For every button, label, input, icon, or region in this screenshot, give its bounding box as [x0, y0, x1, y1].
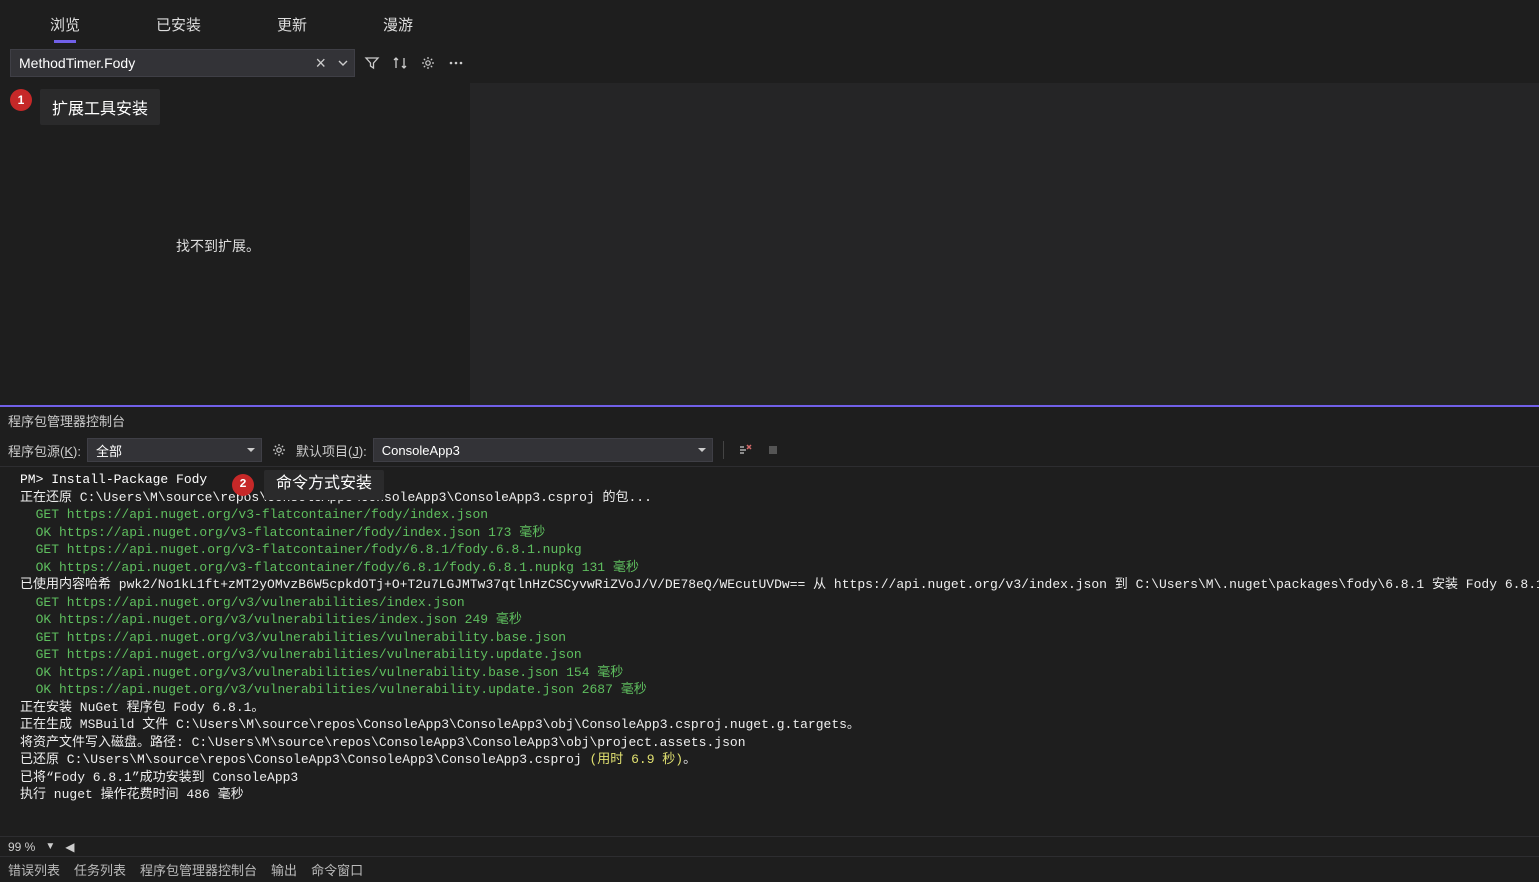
more-icon[interactable]	[445, 52, 467, 74]
tab-installed[interactable]: 已安装	[118, 6, 239, 43]
nuget-tabs: 浏览 已安装 更新 漫游	[0, 0, 1539, 43]
clear-search-button[interactable]: ×	[309, 54, 332, 72]
detail-column	[470, 83, 1539, 405]
pmc-toolbar: 程序包源(K): 全部 默认项目(J): ConsoleApp3	[0, 434, 1539, 467]
console-line: 将资产文件写入磁盘。路径: C:\Users\M\source\repos\Co…	[20, 734, 1535, 752]
toolbar-separator	[723, 441, 724, 459]
console-line: 已将“Fody 6.8.1”成功安装到 ConsoleApp3	[20, 769, 1535, 787]
source-settings-icon[interactable]	[268, 439, 290, 461]
search-dropdown-button[interactable]	[332, 58, 354, 68]
project-label: 默认项目(J):	[296, 441, 367, 460]
annotation-badge-1: 1	[10, 89, 32, 111]
console-line: 正在安装 NuGet 程序包 Fody 6.8.1。	[20, 699, 1535, 717]
zoom-bar: 99 % ▼ ◀	[0, 836, 1539, 856]
console-line: OK https://api.nuget.org/v3-flatcontaine…	[20, 524, 1535, 542]
console-line: GET https://api.nuget.org/v3-flatcontain…	[20, 541, 1535, 559]
console-output[interactable]: 2 命令方式安装 PM> Install-Package Fody正在还原 C:…	[0, 467, 1539, 836]
nuget-manager-panel: 浏览 已安装 更新 漫游 × 1 扩展工具安装 找不到扩展。	[0, 0, 1539, 405]
zoom-level[interactable]: 99 %	[8, 840, 35, 854]
source-select[interactable]: 全部	[87, 438, 262, 462]
search-box: ×	[10, 49, 355, 77]
tab-consolidate[interactable]: 漫游	[345, 6, 451, 43]
tab-browse[interactable]: 浏览	[12, 6, 118, 43]
console-line: GET https://api.nuget.org/v3/vulnerabili…	[20, 629, 1535, 647]
annotation-2-group: 2 命令方式安装	[232, 470, 384, 500]
console-line: OK https://api.nuget.org/v3/vulnerabilit…	[20, 681, 1535, 699]
zoom-dropdown-icon[interactable]: ▼	[45, 841, 55, 852]
no-extension-text: 找不到扩展。	[176, 236, 260, 256]
bottom-tabs: 错误列表任务列表程序包管理器控制台输出命令窗口	[0, 856, 1539, 882]
console-line: OK https://api.nuget.org/v3/vulnerabilit…	[20, 664, 1535, 682]
content-row: 1 扩展工具安装 找不到扩展。	[0, 83, 1539, 405]
console-line: OK https://api.nuget.org/v3-flatcontaine…	[20, 559, 1535, 577]
console-line: OK https://api.nuget.org/v3/vulnerabilit…	[20, 611, 1535, 629]
annotation-badge-2: 2	[232, 474, 254, 496]
console-line: 已使用内容哈希 pwk2/No1kL1ft+zMT2yOMvzB6W5cpkdO…	[20, 576, 1535, 594]
bottom-tab[interactable]: 程序包管理器控制台	[140, 860, 257, 879]
project-select[interactable]: ConsoleApp3	[373, 438, 713, 462]
bottom-tab[interactable]: 错误列表	[8, 860, 60, 879]
pmc-title: 程序包管理器控制台	[0, 407, 1539, 434]
console-line: GET https://api.nuget.org/v3/vulnerabili…	[20, 646, 1535, 664]
scroll-left-icon[interactable]: ◀	[65, 840, 74, 854]
console-line: 正在生成 MSBuild 文件 C:\Users\M\source\repos\…	[20, 716, 1535, 734]
settings-icon[interactable]	[417, 52, 439, 74]
bottom-tab[interactable]: 输出	[271, 860, 297, 879]
annotation-label-1: 扩展工具安装	[40, 89, 160, 125]
stop-icon[interactable]	[762, 439, 784, 461]
bottom-tab[interactable]: 任务列表	[74, 860, 126, 879]
bottom-tab[interactable]: 命令窗口	[311, 860, 363, 879]
tab-updates[interactable]: 更新	[239, 6, 345, 43]
console-line: 执行 nuget 操作花费时间 486 毫秒	[20, 786, 1535, 804]
results-column: 1 扩展工具安装 找不到扩展。	[0, 83, 470, 405]
filter-icon[interactable]	[361, 52, 383, 74]
search-row: ×	[0, 43, 1539, 83]
annotation-label-2: 命令方式安装	[264, 470, 384, 500]
console-line: 已还原 C:\Users\M\source\repos\ConsoleApp3\…	[20, 751, 1535, 769]
source-label: 程序包源(K):	[8, 441, 81, 460]
console-line: GET https://api.nuget.org/v3-flatcontain…	[20, 506, 1535, 524]
sort-icon[interactable]	[389, 52, 411, 74]
console-line: GET https://api.nuget.org/v3/vulnerabili…	[20, 594, 1535, 612]
search-input[interactable]	[11, 55, 309, 71]
clear-console-icon[interactable]	[734, 439, 756, 461]
